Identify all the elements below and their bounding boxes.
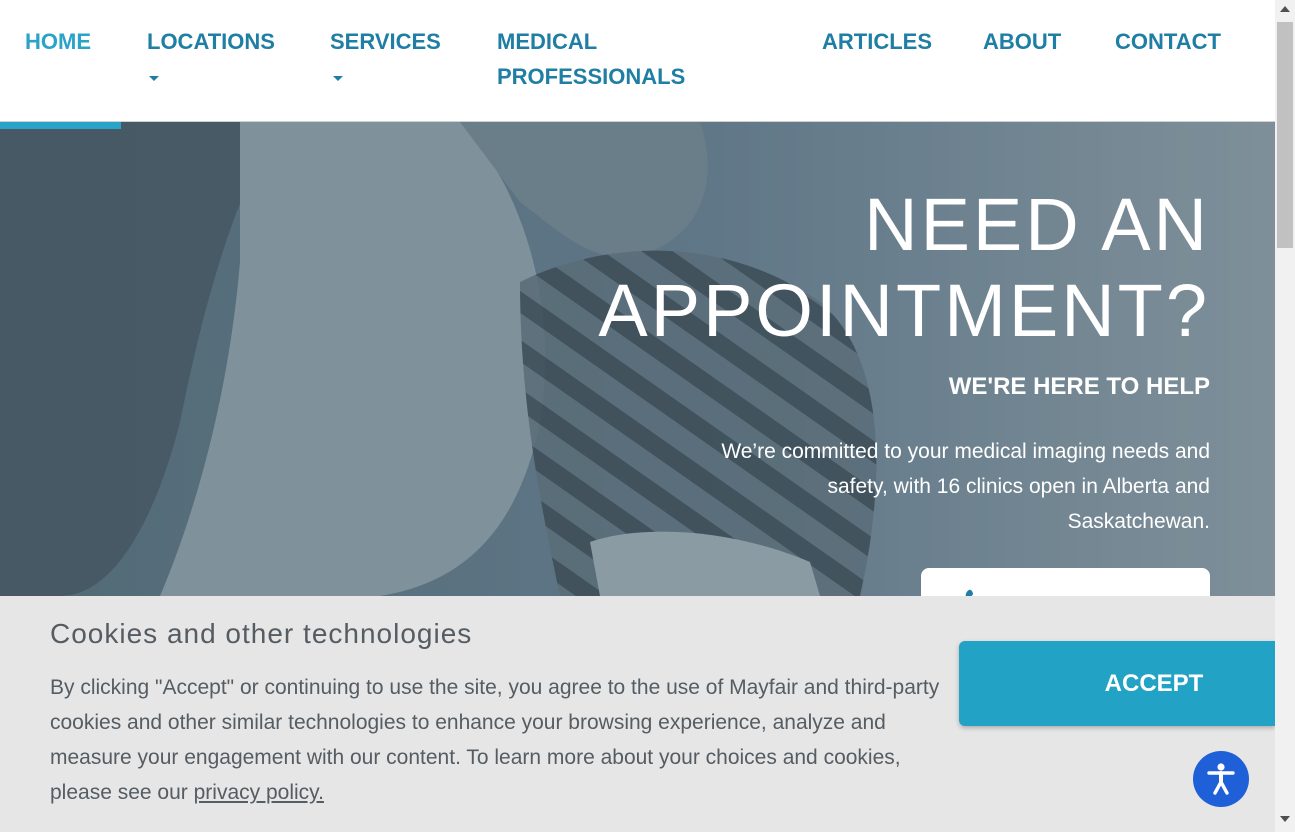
nav-home[interactable]: HOME xyxy=(25,24,91,59)
nav-contact[interactable]: CONTACT xyxy=(1115,24,1221,59)
accessibility-icon xyxy=(1207,763,1235,795)
nav-medical-line1: MEDICAL xyxy=(497,29,598,54)
hero-title: NEED AN APPOINTMENT? xyxy=(598,182,1210,354)
cookie-title: Cookies and other technologies xyxy=(50,618,473,649)
scroll-down-arrow-icon[interactable] xyxy=(1280,816,1290,822)
nav-articles[interactable]: ARTICLES xyxy=(822,24,932,59)
cookie-text: By clicking "Accept" or continuing to us… xyxy=(50,670,940,810)
main-nav: HOME LOCATIONS SERVICES MEDICAL PROFESSI… xyxy=(0,0,1275,122)
locations-caret-icon[interactable] xyxy=(149,76,159,81)
phone-icon xyxy=(965,589,973,596)
nav-medical-professionals[interactable]: MEDICAL PROFESSIONALS xyxy=(497,24,685,94)
services-caret-icon[interactable] xyxy=(333,76,343,81)
nav-services[interactable]: SERVICES xyxy=(330,24,441,59)
accessibility-button[interactable] xyxy=(1193,751,1249,807)
scroll-up-arrow-icon[interactable] xyxy=(1280,6,1290,12)
hero-title-line1: NEED AN xyxy=(864,183,1210,266)
cookie-banner: Cookies and other technologies By clicki… xyxy=(0,596,1275,832)
nav-medical-line2: PROFESSIONALS xyxy=(497,64,686,89)
nav-about[interactable]: ABOUT xyxy=(983,24,1061,59)
page-scrollbar[interactable] xyxy=(1275,0,1295,832)
accept-button[interactable]: ACCEPT xyxy=(959,641,1275,726)
hero-description: We’re committed to your medical imaging … xyxy=(721,440,1210,533)
hero-subtitle: WE'RE HERE TO HELP xyxy=(948,373,1210,400)
nav-locations[interactable]: LOCATIONS xyxy=(147,24,275,59)
scroll-thumb[interactable] xyxy=(1277,22,1293,248)
hero-banner: NEED AN APPOINTMENT? WE'RE HERE TO HELP … xyxy=(0,122,1275,596)
nav-active-indicator xyxy=(0,122,121,129)
hero-title-line2: APPOINTMENT? xyxy=(598,269,1210,352)
phone-button[interactable] xyxy=(921,568,1210,596)
privacy-policy-link[interactable]: privacy policy. xyxy=(194,781,324,804)
cookie-body: By clicking "Accept" or continuing to us… xyxy=(50,676,940,804)
